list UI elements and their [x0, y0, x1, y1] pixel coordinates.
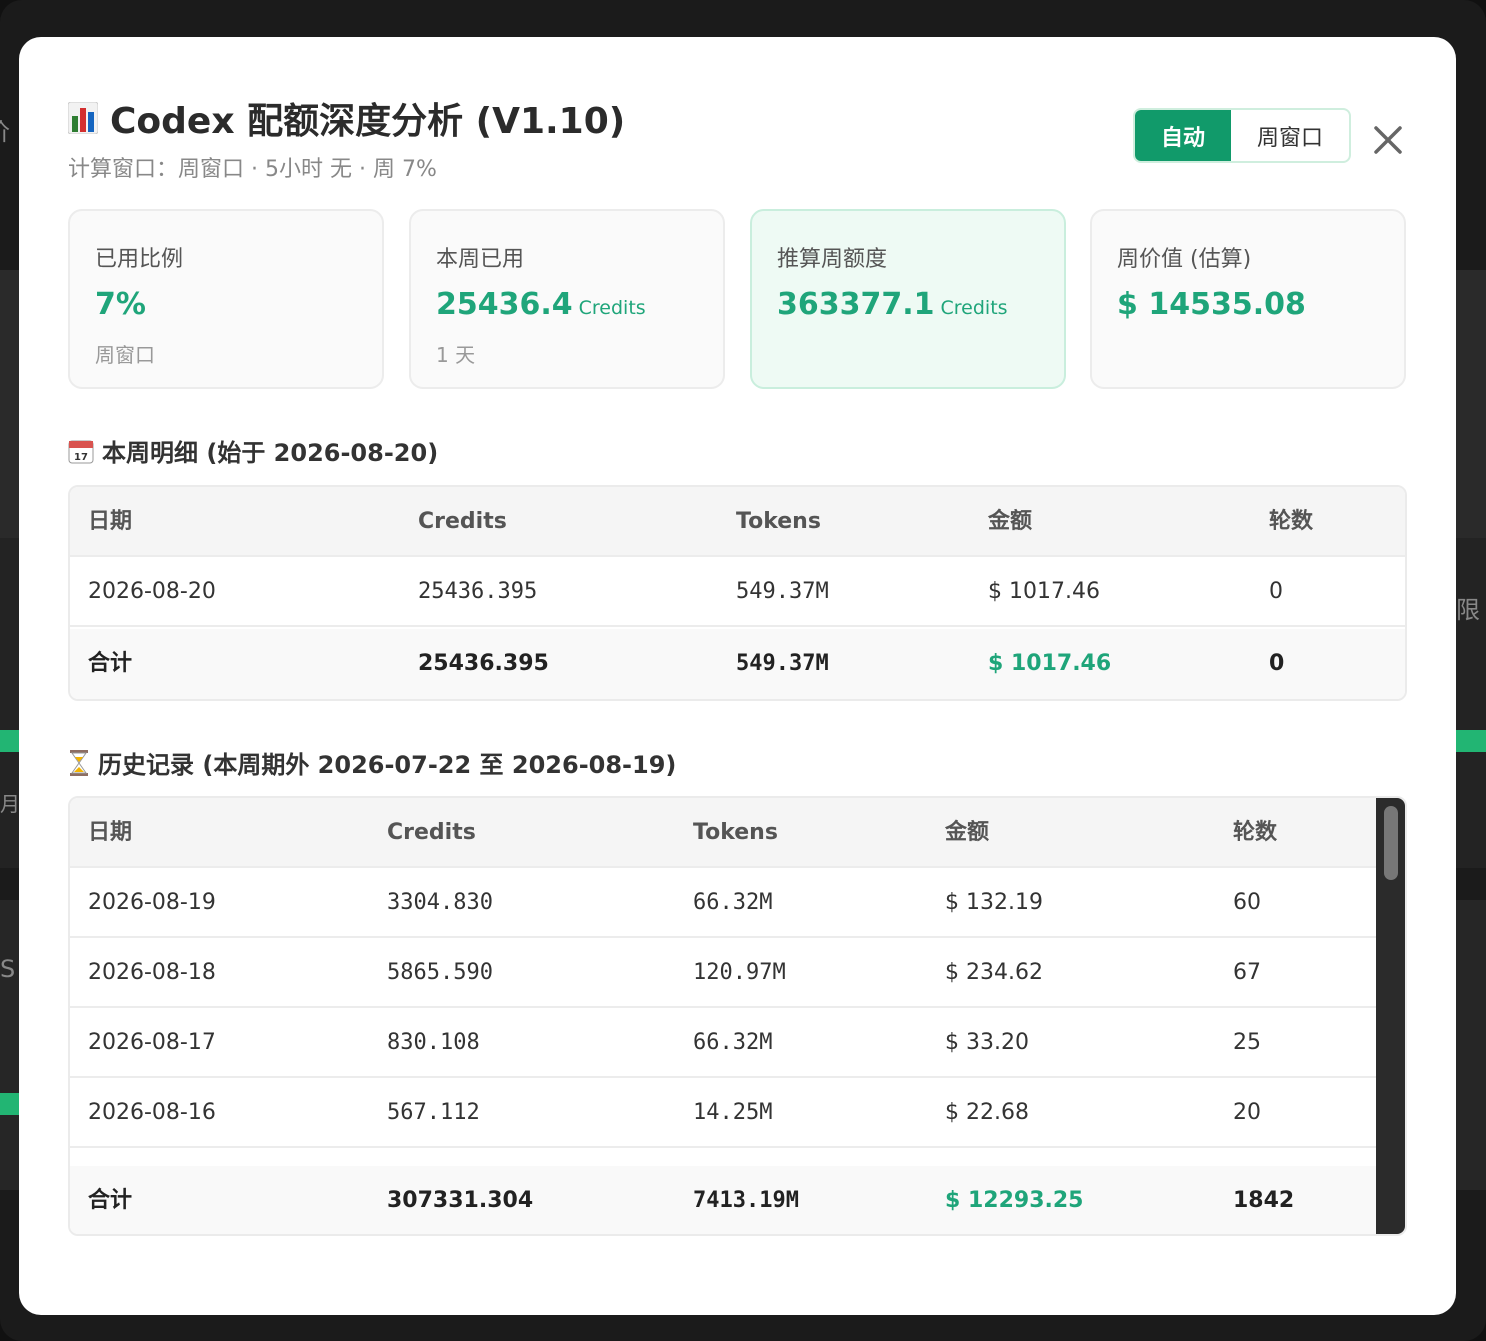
- background-progress-bar: [1456, 730, 1486, 752]
- table-header-row: 日期 Credits Tokens 金额 轮数: [70, 487, 1405, 557]
- background-progress-bar: [0, 1093, 20, 1115]
- background-text: 限: [1456, 596, 1480, 624]
- cell-amount: $ 234.62: [945, 960, 1043, 985]
- stat-label: 已用比例: [95, 247, 184, 272]
- cell-rounds: 60: [1233, 890, 1261, 915]
- stat-card-used-ratio: 已用比例 7% 周窗口: [68, 209, 384, 389]
- cell-credits: 5865.590: [387, 960, 493, 985]
- bar-chart-icon: [68, 102, 98, 134]
- col-header-amount: 金额: [988, 509, 1033, 534]
- window-summary: 计算窗口：周窗口 · 5小时 无 · 周 7%: [68, 157, 437, 182]
- cell-rounds: 0: [1269, 579, 1283, 604]
- cell-rounds: 25: [1233, 1030, 1261, 1055]
- cell-date: 2026-08-16: [88, 1100, 216, 1125]
- table-row: 2026-08-17 830.108 66.32M $ 33.20 25: [70, 1008, 1405, 1078]
- col-header-amount: 金额: [945, 820, 990, 845]
- col-header-tokens: Tokens: [736, 509, 821, 534]
- week-detail-table: 日期 Credits Tokens 金额 轮数 2026-08-20 25436…: [68, 485, 1407, 701]
- table-total-row: 合计 307331.304 7413.19M $ 12293.25 1842: [70, 1166, 1405, 1234]
- table-total-row: 合计 25436.395 549.37M $ 1017.46 0: [70, 629, 1405, 699]
- total-credits: 307331.304: [387, 1188, 534, 1213]
- cell-rounds: 20: [1233, 1100, 1261, 1125]
- cell-amount: $ 22.68: [945, 1100, 1029, 1125]
- stat-label: 周价值 (估算): [1117, 247, 1252, 272]
- total-credits: 25436.395: [418, 651, 549, 676]
- stat-label: 本周已用: [436, 247, 525, 272]
- history-table: 日期 Credits Tokens 金额 轮数 2026-08-19 3304.…: [68, 796, 1407, 1236]
- svg-text:17: 17: [74, 452, 88, 463]
- col-header-tokens: Tokens: [693, 820, 778, 845]
- stat-value: 25436.4 Credits: [436, 287, 646, 322]
- stat-unit: Credits: [578, 297, 646, 319]
- cell-tokens: 66.32M: [693, 890, 773, 915]
- cell-rounds: 67: [1233, 960, 1261, 985]
- history-heading: 历史记录 (本周期外 2026-07-22 至 2026-08-19): [68, 745, 676, 780]
- total-tokens: 549.37M: [736, 651, 829, 676]
- cell-amount: $ 1017.46: [988, 579, 1100, 604]
- col-header-credits: Credits: [387, 820, 476, 845]
- mode-auto-button[interactable]: 自动: [1135, 110, 1231, 161]
- stat-subtext: 周窗口: [95, 343, 155, 367]
- cell-date: 2026-08-18: [88, 960, 216, 985]
- calendar-icon: 17: [68, 440, 94, 463]
- modal-title: Codex 配额深度分析 (V1.10): [68, 92, 625, 144]
- col-header-credits: Credits: [418, 509, 507, 534]
- close-icon[interactable]: [1373, 125, 1403, 155]
- stat-card-week-used: 本周已用 25436.4 Credits 1 天: [409, 209, 725, 389]
- stat-subtext: 1 天: [436, 343, 476, 367]
- stat-value: 7%: [95, 287, 146, 322]
- history-scrollbar[interactable]: [1376, 798, 1405, 1234]
- col-header-rounds: 轮数: [1269, 509, 1314, 534]
- cell-credits: 25436.395: [418, 579, 538, 604]
- total-tokens: 7413.19M: [693, 1188, 799, 1213]
- stat-card-estimated-quota: 推算周额度 363377.1 Credits: [750, 209, 1066, 389]
- cell-amount: $ 33.20: [945, 1030, 1029, 1055]
- stat-card-week-value: 周价值 (估算) $ 14535.08: [1090, 209, 1406, 389]
- week-detail-heading: 17 本周明细 (始于 2026-08-20): [68, 433, 438, 468]
- background-text: 月: [0, 792, 20, 816]
- cell-tokens: 66.32M: [693, 1030, 773, 1055]
- cell-date: 2026-08-20: [88, 579, 216, 604]
- cell-credits: 567.112: [387, 1100, 480, 1125]
- total-label: 合计: [88, 651, 133, 676]
- table-header-row: 日期 Credits Tokens 金额 轮数: [70, 798, 1405, 868]
- table-row: 2026-08-16 567.112 14.25M $ 22.68 20: [70, 1078, 1405, 1148]
- cell-tokens: 14.25M: [693, 1100, 773, 1125]
- background-text: 价: [0, 112, 10, 147]
- week-detail-title: 本周明细 (始于 2026-08-20): [102, 439, 439, 467]
- stat-unit: Credits: [940, 297, 1008, 319]
- quota-analysis-modal: Codex 配额深度分析 (V1.10) 计算窗口：周窗口 · 5小时 无 · …: [19, 37, 1456, 1315]
- cell-date: 2026-08-19: [88, 890, 216, 915]
- total-amount: $ 1017.46: [988, 651, 1112, 676]
- background-text: S: [0, 955, 16, 983]
- cell-credits: 830.108: [387, 1030, 480, 1055]
- col-header-date: 日期: [88, 820, 133, 845]
- total-label: 合计: [88, 1188, 133, 1213]
- stat-value: 363377.1 Credits: [777, 287, 1008, 322]
- col-header-rounds: 轮数: [1233, 820, 1278, 845]
- total-rounds: 1842: [1233, 1188, 1295, 1213]
- modal-title-text: Codex 配额深度分析 (V1.10): [110, 101, 626, 142]
- background-progress-bar: [0, 730, 20, 752]
- cell-date: 2026-08-17: [88, 1030, 216, 1055]
- total-amount: $ 12293.25: [945, 1188, 1084, 1213]
- scrollbar-thumb[interactable]: [1384, 806, 1398, 880]
- window-mode-toggle: 自动 周窗口: [1133, 108, 1351, 163]
- history-title: 历史记录 (本周期外 2026-07-22 至 2026-08-19): [98, 751, 677, 779]
- table-row: 2026-08-20 25436.395 549.37M $ 1017.46 0: [70, 557, 1405, 627]
- mode-week-window-button[interactable]: 周窗口: [1231, 110, 1349, 161]
- stat-label: 推算周额度: [777, 247, 888, 272]
- table-row: 2026-08-18 5865.590 120.97M $ 234.62 67: [70, 938, 1405, 1008]
- total-rounds: 0: [1269, 651, 1285, 676]
- table-row: 2026-08-19 3304.830 66.32M $ 132.19 60: [70, 868, 1405, 938]
- hourglass-icon: [70, 749, 88, 776]
- cell-credits: 3304.830: [387, 890, 493, 915]
- stat-value: $ 14535.08: [1117, 287, 1306, 322]
- cell-amount: $ 132.19: [945, 890, 1043, 915]
- cell-tokens: 549.37M: [736, 579, 829, 604]
- col-header-date: 日期: [88, 509, 133, 534]
- cell-tokens: 120.97M: [693, 960, 786, 985]
